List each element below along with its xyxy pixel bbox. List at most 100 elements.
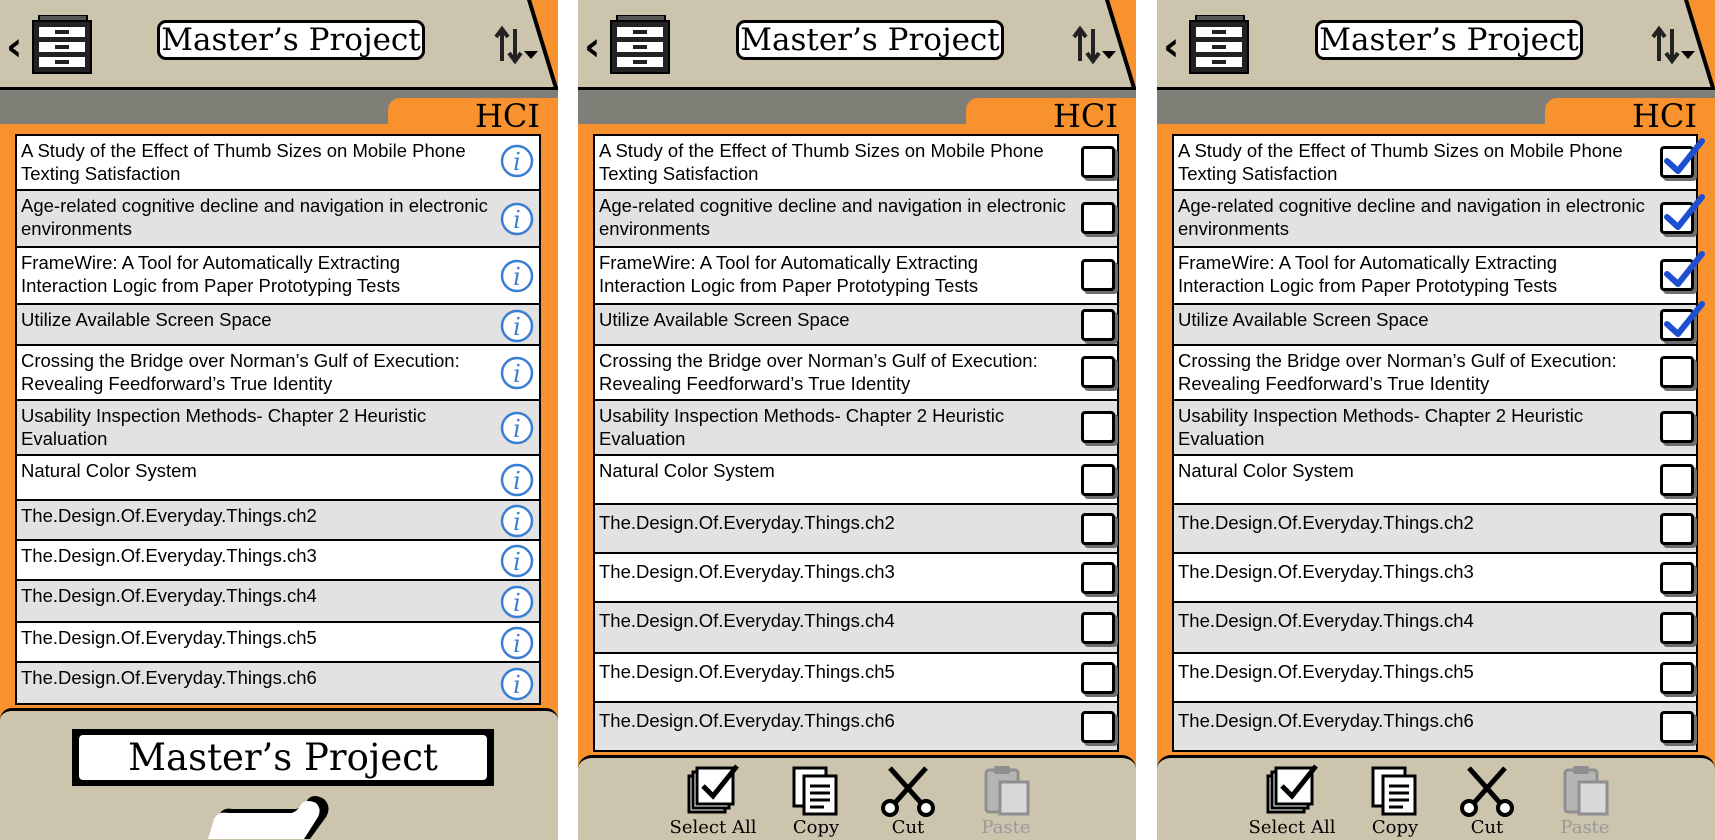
list-item[interactable]: The.Design.Of.Everyday.Things.ch3 [593, 554, 1119, 603]
select-checkbox[interactable] [1660, 356, 1694, 388]
list-item[interactable]: The.Design.Of.Everyday.Things.ch5 [593, 654, 1119, 703]
list-item[interactable]: The.Design.Of.Everyday.Things.ch2 i [15, 501, 541, 541]
chevron-left-icon[interactable]: ‹ [6, 24, 30, 70]
list-item[interactable]: Utilize Available Screen Space i [15, 305, 541, 346]
info-icon[interactable]: i [500, 356, 534, 390]
select-checkbox[interactable] [1081, 356, 1115, 388]
info-icon[interactable]: i [500, 144, 534, 178]
select-checkbox[interactable] [1081, 662, 1115, 694]
file-cabinet-icon[interactable] [609, 15, 671, 75]
info-icon[interactable]: i [500, 259, 534, 293]
list-item[interactable]: Utilize Available Screen Space [593, 305, 1119, 346]
info-icon[interactable]: i [500, 504, 534, 538]
cut-button[interactable]: Cut [863, 762, 953, 840]
list-item[interactable]: A Study of the Effect of Thumb Sizes on … [1172, 136, 1705, 191]
info-icon[interactable]: i [500, 667, 534, 701]
list-item[interactable]: Usability Inspection Methods- Chapter 2 … [1172, 401, 1698, 456]
cut-button[interactable]: Cut [1442, 762, 1532, 840]
select-checkbox[interactable] [1660, 411, 1694, 443]
select-checkbox[interactable] [1081, 309, 1115, 341]
file-cabinet-icon[interactable] [1188, 15, 1250, 75]
info-icon[interactable]: i [500, 411, 534, 445]
list-item[interactable]: A Study of the Effect of Thumb Sizes on … [15, 136, 541, 191]
list-item[interactable]: The.Design.Of.Everyday.Things.ch6 i [15, 663, 541, 705]
info-icon[interactable]: i [500, 309, 534, 343]
list-item[interactable]: Age-related cognitive decline and naviga… [1172, 191, 1705, 248]
select-checkbox[interactable] [1660, 711, 1694, 743]
select-checkbox[interactable] [1660, 301, 1705, 341]
select-checkbox[interactable] [1660, 513, 1694, 545]
drawer-handle-icon[interactable] [200, 795, 340, 840]
info-icon[interactable]: i [500, 544, 534, 578]
select-checkbox[interactable] [1081, 146, 1115, 178]
list-item[interactable]: Age-related cognitive decline and naviga… [593, 191, 1119, 248]
tab-hci[interactable]: HCI [1545, 98, 1715, 136]
list-item[interactable]: Natural Color System i [15, 456, 541, 501]
list-item[interactable]: FrameWire: A Tool for Automatically Extr… [15, 248, 541, 305]
info-icon[interactable]: i [500, 585, 534, 619]
select-checkbox[interactable] [1081, 411, 1115, 443]
select-checkbox[interactable] [1660, 138, 1705, 178]
paste-icon [984, 766, 1030, 816]
select-checkbox[interactable] [1660, 251, 1705, 291]
select-checkbox[interactable] [1081, 202, 1115, 234]
select-checkbox[interactable] [1081, 562, 1115, 594]
list-item[interactable]: Usability Inspection Methods- Chapter 2 … [15, 401, 541, 456]
svg-text:i: i [513, 630, 521, 658]
cut-label: Cut [1470, 817, 1504, 838]
list-item[interactable]: The.Design.Of.Everyday.Things.ch6 [1172, 703, 1698, 752]
select-checkbox[interactable] [1081, 612, 1115, 644]
chevron-left-icon[interactable]: ‹ [584, 24, 608, 70]
paste-button[interactable]: Paste [1540, 762, 1630, 840]
select-checkbox[interactable] [1660, 562, 1694, 594]
copy-button[interactable]: Copy [771, 762, 861, 840]
list-item[interactable]: Natural Color System [1172, 456, 1698, 505]
list-item[interactable]: The.Design.Of.Everyday.Things.ch2 [593, 505, 1119, 554]
file-cabinet-icon[interactable] [31, 15, 93, 75]
select-checkbox[interactable] [1660, 194, 1705, 234]
document-title: FrameWire: A Tool for Automatically Extr… [599, 252, 979, 296]
document-title: The.Design.Of.Everyday.Things.ch6 [1178, 710, 1474, 731]
info-icon[interactable]: i [500, 626, 534, 660]
list-item[interactable]: The.Design.Of.Everyday.Things.ch4 [1172, 603, 1698, 654]
copy-label: Copy [1371, 817, 1419, 838]
list-item[interactable]: Crossing the Bridge over Norman’s Gulf o… [593, 346, 1119, 401]
list-item[interactable]: The.Design.Of.Everyday.Things.ch6 [593, 703, 1119, 752]
paste-button[interactable]: Paste [961, 762, 1051, 840]
info-icon[interactable]: i [500, 202, 534, 236]
list-item[interactable]: Crossing the Bridge over Norman’s Gulf o… [15, 346, 541, 401]
list-item[interactable]: Age-related cognitive decline and naviga… [15, 191, 541, 248]
select-checkbox[interactable] [1660, 612, 1694, 644]
tab-hci[interactable]: HCI [966, 98, 1136, 136]
list-item[interactable]: The.Design.Of.Everyday.Things.ch2 [1172, 505, 1698, 554]
list-item[interactable]: The.Design.Of.Everyday.Things.ch4 i [15, 581, 541, 623]
select-checkbox[interactable] [1081, 464, 1115, 496]
chevron-left-icon[interactable]: ‹ [1163, 24, 1187, 70]
list-item[interactable]: FrameWire: A Tool for Automatically Extr… [593, 248, 1119, 305]
sort-arrows-icon[interactable] [493, 25, 539, 65]
list-item[interactable]: The.Design.Of.Everyday.Things.ch5 [1172, 654, 1698, 703]
list-item[interactable]: Natural Color System [593, 456, 1119, 505]
select-checkbox[interactable] [1660, 464, 1694, 496]
info-icon[interactable]: i [500, 463, 534, 497]
list-item[interactable]: The.Design.Of.Everyday.Things.ch3 [1172, 554, 1698, 603]
select-checkbox[interactable] [1081, 259, 1115, 291]
list-item[interactable]: The.Design.Of.Everyday.Things.ch4 [593, 603, 1119, 654]
list-item[interactable]: Crossing the Bridge over Norman’s Gulf o… [1172, 346, 1698, 401]
list-item[interactable]: FrameWire: A Tool for Automatically Extr… [1172, 248, 1705, 305]
copy-button[interactable]: Copy [1350, 762, 1440, 840]
list-item[interactable]: Utilize Available Screen Space [1172, 301, 1705, 346]
list-item[interactable]: Usability Inspection Methods- Chapter 2 … [593, 401, 1119, 456]
sort-arrows-icon[interactable] [1071, 25, 1117, 65]
tab-hci[interactable]: HCI [388, 98, 558, 136]
select-checkbox[interactable] [1081, 513, 1115, 545]
list-item[interactable]: The.Design.Of.Everyday.Things.ch5 i [15, 623, 541, 663]
sort-arrows-icon[interactable] [1650, 25, 1696, 65]
document-title: The.Design.Of.Everyday.Things.ch2 [1178, 512, 1474, 533]
select-checkbox[interactable] [1081, 711, 1115, 743]
list-item[interactable]: A Study of the Effect of Thumb Sizes on … [593, 136, 1119, 191]
select-all-button[interactable]: Select All [668, 762, 758, 840]
select-checkbox[interactable] [1660, 662, 1694, 694]
select-all-button[interactable]: Select All [1247, 762, 1337, 840]
list-item[interactable]: The.Design.Of.Everyday.Things.ch3 i [15, 541, 541, 581]
